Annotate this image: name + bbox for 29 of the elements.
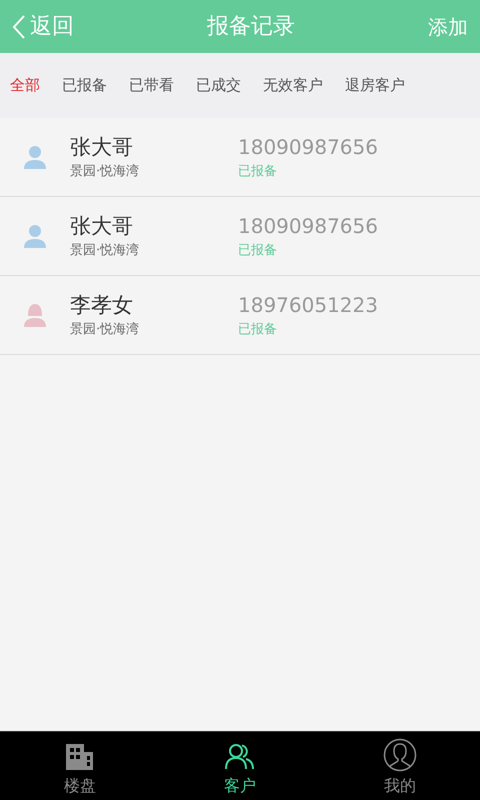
filter-tab[interactable]: 退房客户	[345, 74, 405, 97]
profile-icon	[383, 738, 417, 772]
project-name: 景园·悦海湾	[70, 163, 140, 182]
person-icon	[23, 144, 47, 170]
phone-number: 18976051223	[238, 292, 378, 320]
phone-number: 18090987656	[238, 213, 378, 240]
person-icon	[23, 302, 47, 328]
customer-name: 李孝女	[70, 292, 134, 320]
project-name: 景园·悦海湾	[70, 321, 140, 340]
filter-tab[interactable]: 已成交	[196, 74, 241, 97]
page-title: 报备记录	[207, 13, 295, 41]
status-label: 已报备	[238, 321, 278, 340]
filter-tab[interactable]: 已报备	[62, 74, 107, 97]
project-name: 景园·悦海湾	[70, 242, 140, 260]
status-label: 已报备	[238, 163, 278, 182]
customer-name: 张大哥	[70, 134, 134, 162]
filter-tab[interactable]: 无效客户	[263, 74, 323, 97]
status-label: 已报备	[238, 242, 278, 260]
person-icon	[23, 223, 47, 249]
building-icon	[64, 742, 96, 772]
people-icon	[225, 742, 255, 772]
tab-bar-item[interactable]: 我的	[320, 732, 480, 800]
tab-bar-item[interactable]: 客户	[160, 732, 320, 800]
filter-tab[interactable]: 已带看	[129, 74, 174, 97]
phone-number: 18090987656	[238, 134, 378, 162]
customer-name: 张大哥	[70, 213, 134, 240]
filter-tab[interactable]: 全部	[10, 74, 40, 97]
back-icon	[12, 14, 26, 40]
tab-bar-item[interactable]: 楼盘	[0, 732, 160, 800]
